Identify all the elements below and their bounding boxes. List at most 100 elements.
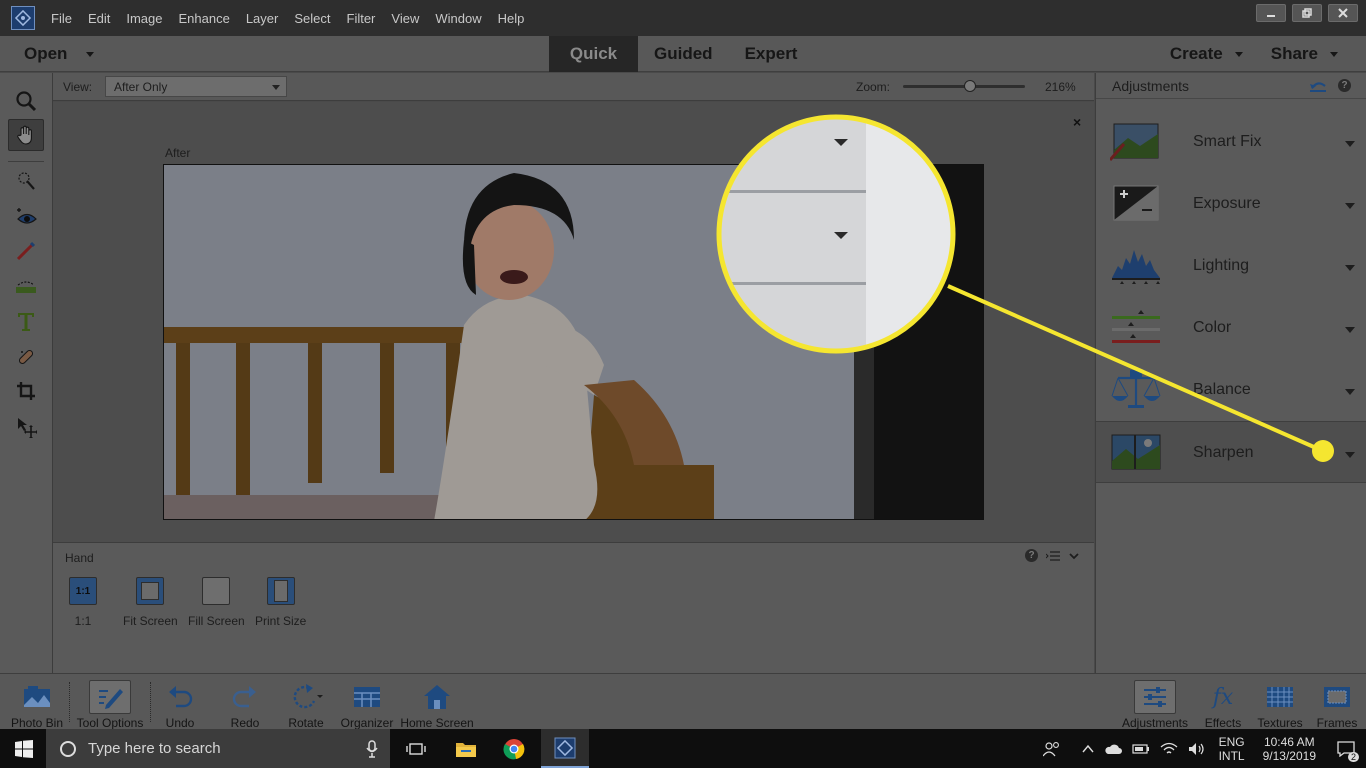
organizer-label: Organizer [340, 716, 394, 730]
menu-bar: File Edit Image Enhance Layer Select Fil… [0, 0, 1366, 36]
close-window-icon[interactable] [1328, 4, 1358, 22]
menu-window[interactable]: Window [427, 11, 489, 26]
onedrive-icon[interactable] [1104, 743, 1122, 755]
menu-layer[interactable]: Layer [238, 11, 287, 26]
fit-screen-button[interactable]: Fit Screen [123, 577, 178, 628]
print-size-button[interactable]: Print Size [255, 577, 306, 628]
adjustment-lighting[interactable]: Lighting [1096, 235, 1366, 297]
adjustment-sharpen[interactable]: Sharpen [1096, 421, 1366, 483]
zoom-slider-thumb[interactable] [964, 80, 977, 92]
frames-button[interactable]: Frames [1312, 674, 1362, 730]
sharpen-label: Sharpen [1193, 444, 1254, 461]
straighten-tool-icon[interactable] [8, 271, 44, 303]
microphone-icon[interactable] [366, 740, 378, 758]
chevron-down-icon [1234, 51, 1243, 57]
eye-tool-icon[interactable] [8, 201, 44, 233]
menu-image[interactable]: Image [118, 11, 170, 26]
color-icon [1112, 310, 1160, 343]
chevron-down-icon [1345, 389, 1355, 395]
home-screen-icon [416, 680, 458, 714]
open-dropdown-icon[interactable] [86, 52, 94, 57]
wifi-icon[interactable] [1160, 742, 1178, 756]
balance-label: Balance [1193, 381, 1251, 398]
textures-button[interactable]: Textures [1254, 674, 1306, 730]
exposure-icon [1113, 185, 1159, 221]
clock[interactable]: 10:46 AM 9/13/2019 [1263, 735, 1316, 763]
chevron-down-icon [272, 85, 280, 90]
effects-button[interactable]: fx Effects [1200, 674, 1246, 731]
redo-button[interactable]: Redo [224, 674, 266, 730]
tab-expert[interactable]: Expert [729, 36, 814, 72]
close-icon[interactable]: × [1073, 114, 1081, 130]
chevron-down-icon [1345, 203, 1355, 209]
menu-edit[interactable]: Edit [80, 11, 118, 26]
menu-filter[interactable]: Filter [339, 11, 384, 26]
adjustment-exposure[interactable]: Exposure [1096, 173, 1366, 235]
adjustment-color[interactable]: Color [1096, 297, 1366, 359]
view-select[interactable]: After Only [105, 76, 287, 97]
fill-screen-button[interactable]: Fill Screen [188, 577, 245, 628]
adjustments-button[interactable]: Adjustments [1118, 674, 1192, 730]
chevron-down-icon [1330, 51, 1338, 57]
task-view-icon[interactable] [392, 729, 440, 768]
adjustments-panel: Adjustments ? Smart Fix Exposure Lightin… [1095, 73, 1366, 673]
help-icon[interactable]: ? [1025, 549, 1038, 562]
menu-help[interactable]: Help [490, 11, 533, 26]
share-button[interactable]: Share [1271, 44, 1338, 64]
battery-icon[interactable] [1131, 743, 1150, 755]
quick-selection-tool-icon[interactable] [8, 165, 44, 197]
text-tool-icon[interactable] [8, 305, 44, 337]
undo-icon [159, 680, 201, 714]
volume-icon[interactable] [1188, 742, 1206, 756]
after-label: After [165, 146, 191, 160]
actual-pixels-icon: 1:1 [69, 577, 97, 605]
menu-view[interactable]: View [383, 11, 427, 26]
adjustments-icon [1134, 680, 1176, 714]
file-explorer-icon[interactable] [442, 729, 490, 768]
organizer-button[interactable]: Organizer [338, 674, 396, 730]
zoom-tool-icon[interactable] [8, 85, 44, 117]
cortana-icon [60, 740, 76, 757]
home-screen-button[interactable]: Home Screen [399, 674, 475, 730]
chrome-icon[interactable] [490, 729, 538, 768]
help-icon[interactable]: ? [1338, 79, 1351, 92]
create-button[interactable]: Create [1170, 44, 1243, 64]
chevron-down-icon[interactable] [1068, 551, 1080, 561]
hand-tool-icon[interactable] [8, 119, 44, 151]
actual-pixels-button[interactable]: 1:1 1:1 [69, 577, 97, 628]
windows-start-icon[interactable] [15, 740, 33, 758]
view-select-value: After Only [114, 80, 168, 94]
spot-healing-tool-icon[interactable] [8, 341, 44, 373]
tool-options-icon [89, 680, 131, 714]
notifications-button[interactable]: 2 [1326, 729, 1366, 768]
adjustment-smart-fix[interactable]: Smart Fix [1096, 111, 1366, 173]
people-icon[interactable] [1042, 741, 1061, 757]
photo-bin-button[interactable]: Photo Bin [8, 674, 66, 730]
panel-menu-icon[interactable] [1046, 550, 1060, 562]
chevron-down-icon [1345, 327, 1355, 333]
crop-tool-icon[interactable] [8, 375, 44, 407]
menu-enhance[interactable]: Enhance [171, 11, 238, 26]
move-tool-icon[interactable] [8, 411, 44, 443]
open-button[interactable]: Open [24, 44, 67, 64]
restore-icon[interactable] [1292, 4, 1322, 22]
app-logo-icon[interactable] [11, 6, 35, 30]
photo-image[interactable] [163, 164, 984, 520]
rotate-button[interactable]: Rotate [282, 674, 330, 730]
whiten-teeth-tool-icon[interactable] [8, 235, 44, 267]
menu-select[interactable]: Select [286, 11, 338, 26]
chevron-up-icon[interactable] [1082, 744, 1094, 754]
tab-quick[interactable]: Quick [549, 36, 638, 72]
photoshop-elements-taskbar-icon[interactable] [541, 729, 589, 768]
redo-label: Redo [230, 716, 260, 730]
taskbar-search-box[interactable]: Type here to search [46, 729, 390, 768]
undo-button[interactable]: Undo [159, 674, 201, 730]
minimize-icon[interactable] [1256, 4, 1286, 22]
tool-options-button[interactable]: Tool Options [73, 674, 147, 730]
tab-guided[interactable]: Guided [638, 36, 729, 72]
rotate-icon [285, 680, 327, 714]
reset-icon[interactable] [1308, 78, 1328, 94]
input-language[interactable]: ENG INTL [1219, 735, 1245, 763]
menu-file[interactable]: File [43, 11, 80, 26]
adjustment-balance[interactable]: Balance [1096, 359, 1366, 421]
